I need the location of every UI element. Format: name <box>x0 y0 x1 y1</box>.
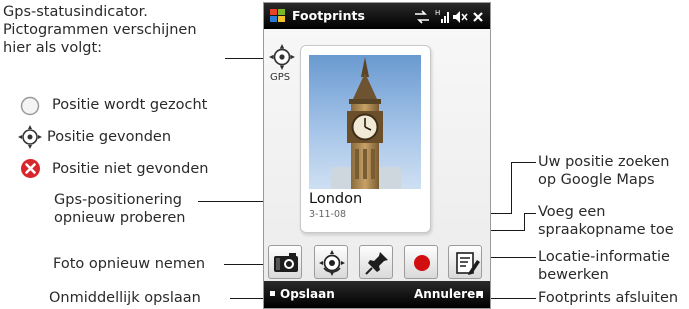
speaker-muted-icon <box>452 9 468 23</box>
gps-status-icon <box>268 43 296 71</box>
title-bar: Footprints H <box>264 3 490 29</box>
red-x-icon <box>20 158 41 179</box>
retake-photo-callout: Foto opnieuw nemen <box>53 256 206 272</box>
gps-status-callout-line1: Gps-statusindicator. <box>3 4 148 20</box>
retry-gps-callout-line2: opnieuw proberen <box>54 210 186 226</box>
camera-icon <box>274 253 298 272</box>
retake-photo-leader <box>224 264 268 265</box>
save-softkey[interactable]: Opslaan <box>280 287 335 301</box>
retry-gps-callout-line1: Gps-positionering <box>54 192 182 208</box>
windows-start-icon[interactable] <box>269 7 287 25</box>
gps-status-callout-line2: Pictogrammen verschijnen <box>3 22 197 38</box>
cancel-softkey[interactable]: Annuleren <box>414 287 484 301</box>
softkey-bar: Opslaan Annuleren <box>264 281 490 308</box>
record-icon <box>414 255 430 271</box>
signal-strength-icon: H <box>435 8 449 24</box>
voice-record-button[interactable] <box>404 245 438 279</box>
sync-arrows-icon <box>414 9 430 24</box>
softkey-left-marker <box>270 291 275 296</box>
find-maps-callout-line2: op Google Maps <box>538 172 655 188</box>
add-voice-callout-line2: spraakopname toe <box>538 222 674 238</box>
gps-status-leader <box>225 58 264 59</box>
main-content: GPS London 3-11-08 <box>264 29 490 281</box>
retake-photo-button[interactable] <box>268 245 302 279</box>
gps-refresh-icon <box>319 250 345 276</box>
edit-location-callout-line2: bewerken <box>538 267 609 283</box>
place-name: London <box>309 191 363 207</box>
close-icon[interactable] <box>471 9 485 23</box>
app-title: Footprints <box>292 8 365 23</box>
legend-searching-label: Positie wordt gezocht <box>52 97 208 113</box>
phone-screen: Footprints H GPS London 3-11-08 Opslaan … <box>263 2 491 309</box>
legend-found-label: Positie gevonden <box>47 129 172 145</box>
legend-not-found-label: Positie niet gevonden <box>52 161 209 177</box>
google-maps-button[interactable] <box>359 245 393 279</box>
gps-crosshair-icon <box>17 124 43 150</box>
save-now-callout: Onmiddellijk opslaan <box>49 290 201 306</box>
edit-location-leader <box>484 257 536 258</box>
close-footprints-callout: Footprints afsluiten <box>538 290 679 306</box>
edit-location-callout-line1: Locatie-informatie <box>538 249 670 265</box>
location-photo[interactable] <box>309 55 421 189</box>
edit-note-icon <box>456 252 480 275</box>
softkey-right-marker <box>478 291 483 296</box>
close-footprints-leader <box>487 298 536 299</box>
svg-text:H: H <box>435 9 440 17</box>
empty-circle-icon <box>20 96 40 116</box>
gps-status-callout-line3: hier als volgt: <box>3 40 103 56</box>
find-maps-callout-line1: Uw positie zoeken <box>538 154 670 170</box>
find-maps-leader-v1 <box>511 162 512 214</box>
add-voice-leader-h <box>524 213 536 214</box>
location-card[interactable]: London 3-11-08 <box>300 45 431 233</box>
add-voice-callout-line1: Voeg een <box>538 204 606 220</box>
retry-gps-button[interactable] <box>314 245 348 279</box>
pushpin-icon <box>365 252 388 275</box>
place-date: 3-11-08 <box>309 209 347 220</box>
gps-label: GPS <box>270 72 291 83</box>
big-ben-image <box>331 57 401 189</box>
find-maps-leader-h <box>511 162 536 163</box>
edit-location-button[interactable] <box>448 245 482 279</box>
add-voice-leader-v <box>524 213 525 231</box>
